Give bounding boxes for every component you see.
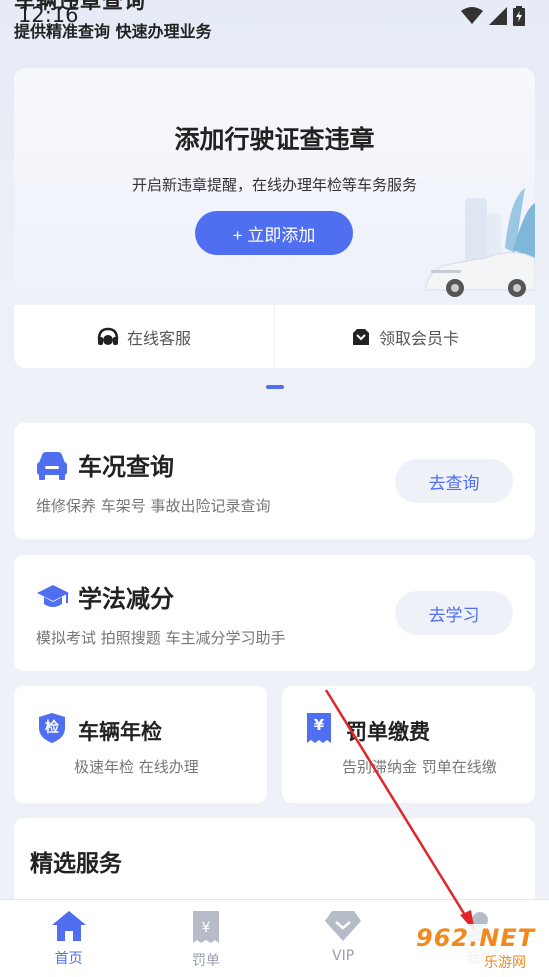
fine-icon-text: ¥ xyxy=(313,716,325,734)
header-subtitle: 提供精准查询 快速办理业务 xyxy=(14,22,212,41)
ticket-icon: ¥ xyxy=(192,911,219,943)
headset-icon xyxy=(97,327,119,345)
featured-services-title: 精选服务 xyxy=(30,851,122,877)
vehicle-status-description: 维修保养 车架号 事故出险记录查询 xyxy=(36,497,271,515)
study-title: 学法减分 xyxy=(78,585,174,613)
vehicle-status-title: 车况查询 xyxy=(78,453,174,481)
status-icons xyxy=(461,6,525,26)
member-card-icon xyxy=(352,329,369,345)
diamond-icon xyxy=(325,911,362,941)
inspection-icon-text: 检 xyxy=(45,720,59,736)
banner-title: 添加行驶证查违章 xyxy=(174,125,375,154)
fine-payment-card[interactable]: ¥ 罚单缴费 告别滞纳金 罚单在线缴 xyxy=(282,686,535,803)
nav-vip-label: VIP xyxy=(332,948,355,964)
inspection-card[interactable]: 检 车辆年检 极速年检 在线办理 xyxy=(14,686,267,803)
fine-payment-description: 告别滞纳金 罚单在线缴 xyxy=(342,758,497,776)
car-illustration-icon xyxy=(425,188,535,297)
online-service-label: 在线客服 xyxy=(126,329,191,348)
nav-vip[interactable]: VIP xyxy=(275,900,412,977)
fine-payment-title: 罚单缴费 xyxy=(346,720,430,744)
graduation-cap-icon xyxy=(37,585,69,607)
battery-icon xyxy=(513,6,525,26)
home-icon xyxy=(51,911,86,941)
add-license-button[interactable]: + 立即添加 xyxy=(195,211,353,255)
nav-home-label: 首页 xyxy=(54,951,83,967)
member-card-label: 领取会员卡 xyxy=(378,329,459,348)
go-query-button[interactable]: 去查询 xyxy=(395,459,513,503)
member-card-button[interactable]: 领取会员卡 xyxy=(274,305,535,368)
banner-actions: 在线客服 领取会员卡 xyxy=(14,304,535,368)
inspection-shield-icon: 检 xyxy=(38,712,66,744)
inspection-description: 极速年检 在线办理 xyxy=(74,758,199,776)
car-icon xyxy=(37,452,67,480)
add-license-banner: 添加行驶证查违章 开启新违章提醒，在线办理年检等车务服务 + 立即添加 在线客服… xyxy=(14,68,535,368)
online-service-button[interactable]: 在线客服 xyxy=(14,305,274,368)
study-card[interactable]: 学法减分 模拟考试 拍照搜题 车主减分学习助手 去学习 xyxy=(14,555,535,671)
wifi-icon xyxy=(461,7,483,24)
vehicle-status-card[interactable]: 车况查询 维修保养 车架号 事故出险记录查询 去查询 xyxy=(14,423,535,539)
banner-description: 开启新违章提醒，在线办理年检等车务服务 xyxy=(131,176,417,194)
watermark-sub: 乐游网 xyxy=(484,955,526,971)
signal-icon xyxy=(489,7,507,25)
nav-ticket-label: 罚单 xyxy=(191,953,220,969)
study-description: 模拟考试 拍照搜题 车主减分学习助手 xyxy=(36,629,286,647)
watermark-brand: 962.NET xyxy=(416,924,536,952)
go-study-button[interactable]: 去学习 xyxy=(395,591,513,635)
nav-ticket[interactable]: ¥ 罚单 xyxy=(137,900,274,977)
yuan-ticket-icon: ¥ xyxy=(306,712,332,744)
banner-page-indicator xyxy=(266,385,284,389)
inspection-title: 车辆年检 xyxy=(78,720,162,744)
svg-text:¥: ¥ xyxy=(201,920,210,936)
nav-home[interactable]: 首页 xyxy=(0,900,137,977)
watermark-logo: 962.NET 乐游网 xyxy=(410,918,545,972)
